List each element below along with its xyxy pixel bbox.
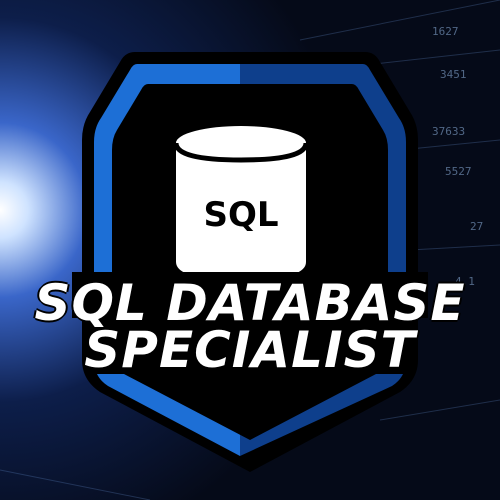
badge-emblem xyxy=(72,52,428,472)
database-icon-label: SQL xyxy=(203,195,279,235)
badge-canvas: 1627 3451 37633 5527 27 4.1 SQL SQL DATA… xyxy=(0,0,500,500)
badge-title-line2: SPECIALIST xyxy=(84,321,416,379)
